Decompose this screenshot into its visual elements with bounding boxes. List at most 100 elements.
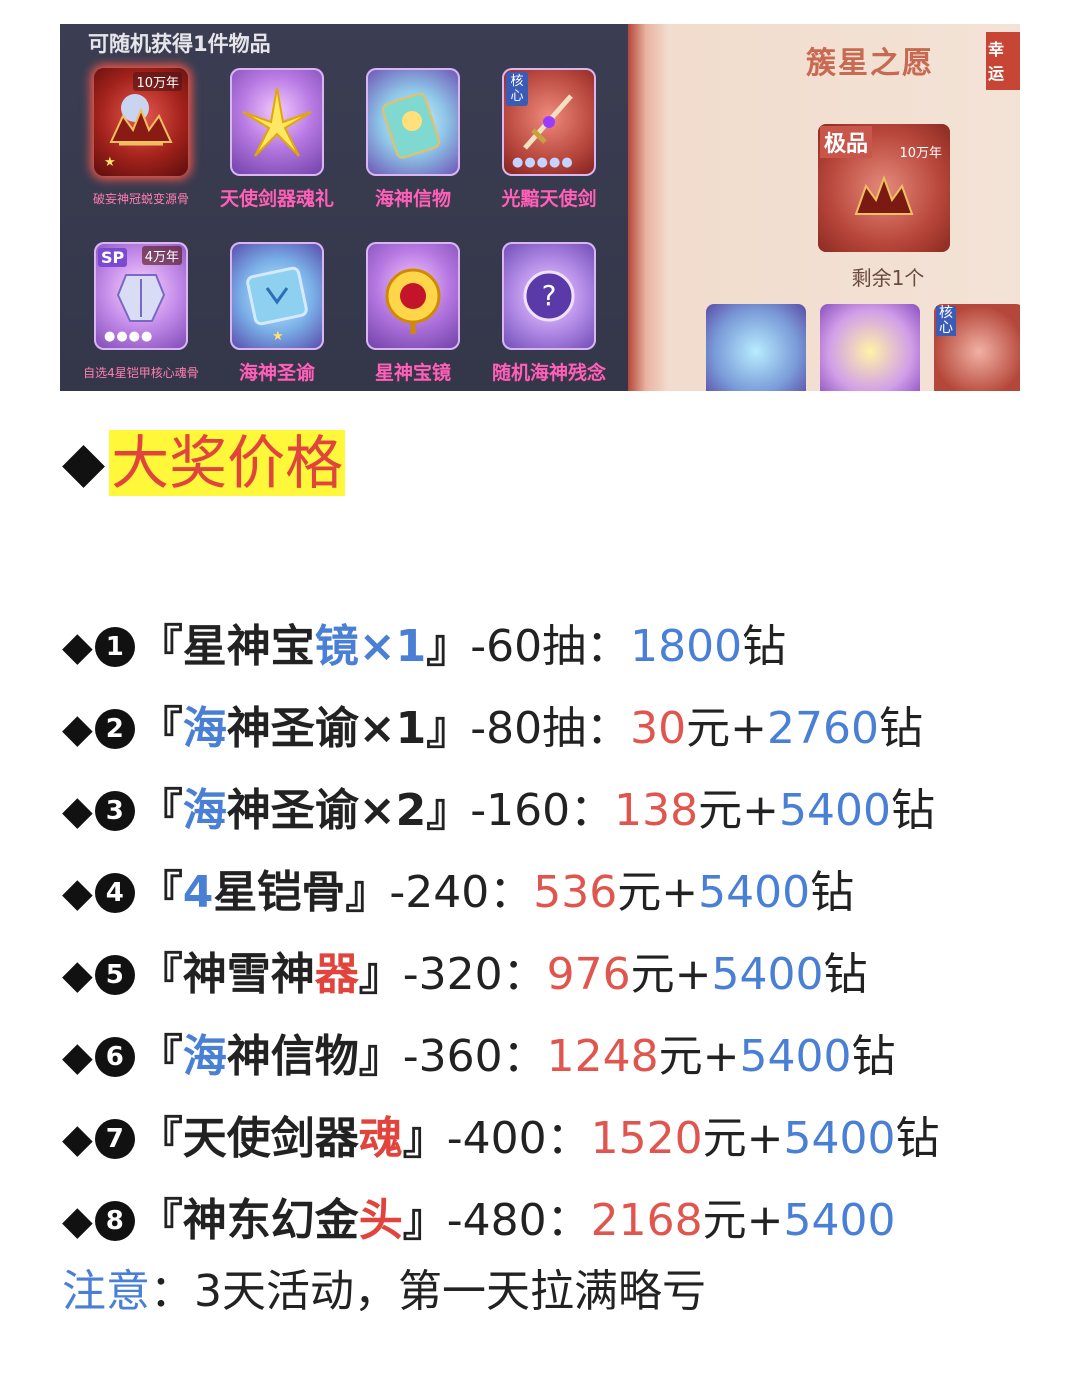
price-part: 138 (614, 785, 699, 836)
game-screenshot: 可随机获得1件物品 10万年 ★ 破妄神冠蜕变源骨 天使剑器魂礼 海神信物 核心… (60, 24, 1020, 391)
price-part: 5400 (778, 785, 891, 836)
item-name-part: 4 (182, 867, 214, 918)
item-number: 4 (94, 873, 135, 913)
price-part: 钻 (823, 949, 868, 1000)
price-part: 976 (546, 949, 631, 1000)
draw-count: -60抽： (470, 621, 631, 672)
item-name-part: 神圣谕×1 (226, 703, 427, 754)
bracket-open: 『 (138, 867, 183, 918)
reward-item-crown[interactable]: 10万年 ★ 破妄神冠蜕变源骨 (82, 68, 200, 228)
item-name-part: 天使剑器 (182, 1113, 359, 1164)
reward-item-random-remnant[interactable]: ? 随机海神残念 (490, 242, 608, 391)
random-question-icon: ? (523, 270, 575, 322)
item-name-part: 魂 (358, 1113, 403, 1164)
price-part: 元+ (702, 1113, 784, 1164)
seagod-token-icon (382, 92, 441, 159)
price-part: 元+ (686, 703, 767, 754)
reward-item-seagod-token[interactable]: 海神信物 (354, 68, 472, 228)
reward-pool-panel: 可随机获得1件物品 10万年 ★ 破妄神冠蜕变源骨 天使剑器魂礼 海神信物 核心… (60, 24, 628, 391)
bracket-open: 『 (138, 1195, 183, 1246)
item-number: 3 (94, 791, 135, 831)
item-name-part: 神雪神 (182, 949, 315, 1000)
draw-count: -240： (389, 867, 534, 918)
bracket-close: 』 (402, 1195, 447, 1246)
price-part: 2168 (590, 1195, 703, 1246)
lucky-tab[interactable]: 幸运 (986, 32, 1020, 90)
note: 注意：3天活动，第一天拉满略亏 (62, 1262, 706, 1322)
price-part: 钻 (878, 703, 923, 754)
remaining-count: 剩余1个 (851, 266, 925, 290)
diamond-bullet-icon: ◆ (62, 870, 93, 916)
item-number: 5 (94, 955, 135, 995)
price-row: ◆ 4 『4 星铠骨』 -240： 536 元+ 5400 钻 (62, 852, 939, 934)
price-part: 2760 (767, 703, 879, 754)
price-part: 5400 (711, 949, 824, 1000)
reward-item-star-mirror[interactable]: 星神宝镜 (354, 242, 472, 391)
price-part: 5400 (783, 1113, 896, 1164)
price-part: 1800 (630, 621, 743, 672)
item-number: 2 (94, 709, 135, 749)
price-part: 钻 (895, 1113, 940, 1164)
price-list: ◆ 1 『星神宝 镜×1』 -60抽： 1800 钻 ◆ 2 『海神圣谕×1』 -80抽： 30 元+ 2… (62, 606, 939, 1262)
item-name-part: 头 (358, 1195, 403, 1246)
price-row: ◆ 7 『天使剑器魂』 -400： 1520 元+ 5400 钻 (62, 1098, 939, 1180)
draw-count: -160： (470, 785, 615, 836)
section-header: ◆ 大奖价格 (62, 430, 346, 496)
bracket-close: 』 (358, 949, 403, 1000)
item-name-part: 神圣谕×2 (226, 785, 427, 836)
reward-item-angel-sword[interactable]: 天使剑器魂礼 (218, 68, 336, 228)
note-label: 注意 (62, 1266, 150, 1317)
reward-item-light-dark-sword[interactable]: 核心 ●●●●● 光黯天使剑 (490, 68, 608, 228)
item-name-part: 神信物 (226, 1031, 359, 1082)
item-number: 8 (94, 1201, 135, 1241)
reward-item-seagod-decree[interactable]: ★ 海神圣谕 (218, 242, 336, 391)
note-text: ：3天活动，第一天拉满略亏 (150, 1266, 706, 1317)
price-row: ◆ 8 『神东幻金头』 -480： 2168 元+ 5400 (62, 1180, 939, 1262)
price-part: 钻 (810, 867, 855, 918)
featured-prize[interactable]: 极品 10万年 (818, 124, 950, 252)
draw-count: -320： (402, 949, 547, 1000)
price-part: 钻 (742, 621, 787, 672)
draw-count: -360： (402, 1031, 547, 1082)
thumb-angel-sword[interactable] (820, 304, 920, 391)
price-part: 钻 (851, 1031, 896, 1082)
price-part: 5400 (783, 1195, 896, 1246)
price-part: 元+ (702, 1195, 784, 1246)
diamond-bullet-icon: ◆ (62, 1034, 93, 1080)
price-part: 5400 (739, 1031, 852, 1082)
price-part: 钻 (890, 785, 935, 836)
sword-icon (523, 94, 573, 150)
item-name-part: 海 (182, 703, 227, 754)
bracket-close: 』 (358, 1031, 403, 1082)
bracket-open: 『 (138, 949, 183, 1000)
reward-pool-title: 可随机获得1件物品 (88, 32, 271, 56)
item-name-part: 镜×1 (314, 621, 427, 672)
bracket-open: 『 (138, 621, 183, 672)
reward-item-armor-bone[interactable]: SP 4万年 ●●●● 自选4星铠甲核心魂骨 (82, 242, 200, 391)
diamond-bullet-icon: ◆ (62, 430, 106, 495)
price-row: ◆ 6 『海神信物』 -360： 1248 元+ 5400 钻 (62, 1016, 939, 1098)
item-number: 1 (94, 627, 135, 667)
bracket-close: 』 (402, 1113, 447, 1164)
thumb-seagod-token[interactable] (706, 304, 806, 391)
price-row: ◆ 2 『海神圣谕×1』 -80抽： 30 元+ 2760 钻 (62, 688, 939, 770)
bracket-open: 『 (138, 703, 183, 754)
item-name-part: 海 (182, 785, 227, 836)
item-name-part: 星铠骨 (213, 867, 346, 918)
diamond-bullet-icon: ◆ (62, 706, 93, 752)
svg-text:?: ? (542, 279, 557, 312)
star-mirror-icon (385, 268, 441, 334)
price-row: ◆ 3 『海神圣谕×2』 -160： 138 元+ 5400 钻 (62, 770, 939, 852)
thumb-sword[interactable]: 核心 (934, 304, 1020, 391)
price-part: 5400 (698, 867, 811, 918)
bracket-close: 』 (345, 867, 390, 918)
item-name-part: 海 (182, 1031, 227, 1082)
armor-icon (116, 274, 166, 322)
item-name-part: 星神宝 (182, 621, 315, 672)
price-part: 1520 (590, 1113, 703, 1164)
price-part: 元+ (658, 1031, 740, 1082)
price-part: 1248 (546, 1031, 659, 1082)
wish-panel: 簇星之愿 幸运 极品 10万年 剩余1个 核心 (628, 24, 1020, 391)
price-part: 元+ (617, 867, 699, 918)
wish-panel-title: 簇星之愿 (806, 46, 934, 81)
